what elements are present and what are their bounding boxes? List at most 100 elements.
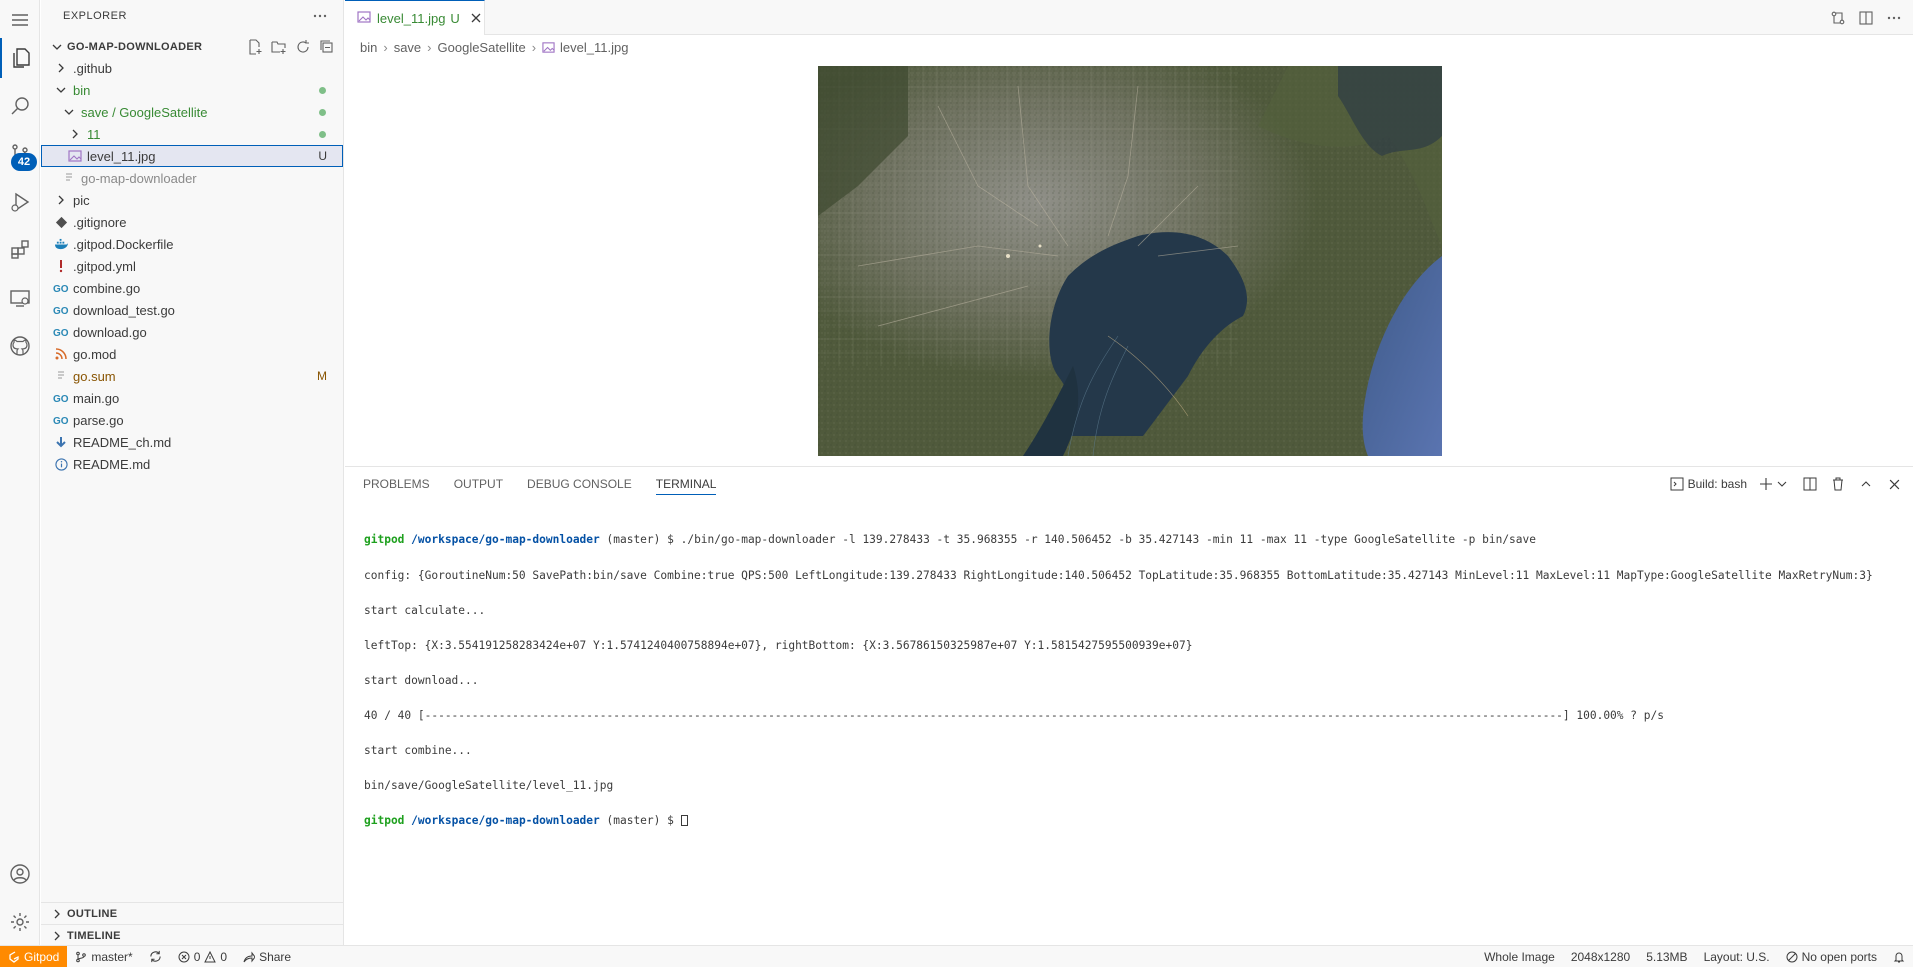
keyboard-layout-status[interactable]: Layout: U.S. — [1696, 950, 1778, 964]
tree-item[interactable]: go-map-downloader — [41, 167, 343, 189]
branch-status[interactable]: master* — [67, 950, 140, 964]
info-icon — [53, 456, 69, 472]
image-file-icon — [67, 148, 83, 164]
timeline-label: TIMELINE — [67, 929, 121, 942]
tree-item[interactable]: go.mod — [41, 343, 343, 365]
prompt-branch: (master) $ — [599, 814, 681, 828]
notifications-bell-icon[interactable] — [1885, 951, 1913, 963]
tree-item[interactable]: level_11.jpg U — [41, 145, 343, 167]
problems-status[interactable]: 0 0 — [170, 950, 235, 964]
split-editor-icon[interactable] — [1855, 7, 1877, 29]
tree-item-label: go-map-downloader — [81, 170, 197, 186]
breadcrumb-item-googlesatellite[interactable]: GoogleSatellite — [438, 40, 526, 55]
tree-item[interactable]: .github — [41, 57, 343, 79]
breadcrumb-item-bin[interactable]: bin — [360, 40, 377, 55]
tree-item-label: pic — [73, 192, 90, 208]
run-debug-icon[interactable] — [0, 182, 40, 222]
tree-item[interactable]: 11 — [41, 123, 343, 145]
terminal-name[interactable]: Build: bash — [1688, 477, 1747, 491]
tree-item-label: go.mod — [73, 346, 117, 362]
project-name: GO-MAP-DOWNLOADER — [67, 41, 203, 53]
sync-icon[interactable] — [141, 950, 170, 963]
chevron-right-icon — [53, 60, 69, 76]
go-icon: GO — [53, 412, 69, 428]
remote-explorer-icon[interactable] — [0, 278, 40, 318]
tree-item[interactable]: bin — [41, 79, 343, 101]
tree-item[interactable]: .gitpod.Dockerfile — [41, 233, 343, 255]
terminal-output[interactable]: gitpod /workspace/go-map-downloader (mas… — [364, 511, 1904, 850]
chevron-right-icon — [53, 192, 69, 208]
tree-item-label: .github — [73, 60, 113, 76]
project-section-header[interactable]: GO-MAP-DOWNLOADER — [41, 36, 343, 58]
maximize-panel-icon[interactable] — [1857, 475, 1875, 493]
git-icon — [53, 214, 69, 230]
terminal-line: start combine... — [364, 744, 472, 758]
menu-icon[interactable] — [0, 0, 40, 40]
chevron-down-icon — [53, 82, 69, 98]
more-actions-icon[interactable] — [309, 5, 331, 27]
svg-text:GO: GO — [53, 284, 69, 293]
tree-item[interactable]: GO download_test.go — [41, 299, 343, 321]
terminal-line: config: {GoroutineNum:50 SavePath:bin/sa… — [364, 568, 1873, 582]
open-changes-icon[interactable] — [1827, 7, 1849, 29]
prompt-user: gitpod — [364, 814, 405, 828]
close-icon[interactable] — [468, 10, 484, 26]
go-icon: GO — [53, 280, 69, 296]
tree-item[interactable]: README_ch.md — [41, 431, 343, 453]
image-preview[interactable] — [818, 66, 1442, 456]
file-tree: .github bin save / GoogleSatellite 11 level_… — [41, 57, 343, 475]
tab-debug-console[interactable]: DEBUG CONSOLE — [527, 477, 632, 495]
tab-output[interactable]: OUTPUT — [454, 477, 503, 495]
git-change-dot — [319, 87, 326, 94]
tree-item[interactable]: GO download.go — [41, 321, 343, 343]
tree-item-label: save / GoogleSatellite — [81, 104, 208, 120]
tree-item[interactable]: go.sum M — [41, 365, 343, 387]
git-branch-icon — [76, 951, 87, 962]
github-icon[interactable] — [0, 326, 40, 366]
tab-terminal[interactable]: TERMINAL — [655, 477, 717, 495]
extensions-icon[interactable] — [0, 230, 40, 270]
warning-count: 0 — [220, 949, 228, 964]
breadcrumb-item-save[interactable]: save — [394, 40, 421, 55]
ports-status[interactable]: No open ports — [1778, 950, 1885, 964]
editor-more-icon[interactable] — [1883, 7, 1905, 29]
timeline-section-header[interactable]: TIMELINE — [41, 924, 343, 946]
split-terminal-icon[interactable] — [1801, 475, 1819, 493]
tree-item-label: level_11.jpg — [87, 148, 156, 164]
image-kind-status[interactable]: Whole Image — [1476, 950, 1563, 964]
close-panel-icon[interactable] — [1885, 475, 1903, 493]
tree-item[interactable]: .gitignore — [41, 211, 343, 233]
yaml-icon — [53, 258, 69, 274]
branch-name: master* — [91, 949, 133, 964]
outline-section-header[interactable]: OUTLINE — [41, 902, 343, 924]
terminal-line: start download... — [364, 673, 479, 687]
tree-item[interactable]: save / GoogleSatellite — [41, 101, 343, 123]
tree-item[interactable]: .gitpod.yml — [41, 255, 343, 277]
tree-item-label: parse.go — [73, 412, 124, 428]
tab-level-11-jpg[interactable]: level_11.jpg U — [345, 0, 485, 35]
refresh-icon[interactable] — [293, 37, 313, 57]
tree-item[interactable]: GO main.go — [41, 387, 343, 409]
image-file-icon — [542, 41, 555, 54]
tree-item-label: download.go — [73, 324, 147, 340]
new-folder-icon[interactable] — [269, 37, 289, 57]
new-file-icon[interactable] — [245, 37, 265, 57]
collapse-all-icon[interactable] — [317, 37, 337, 57]
gitpod-button[interactable]: Gitpod — [0, 945, 68, 967]
breadcrumb-item-level-11-jpg[interactable]: level_11.jpg — [560, 40, 628, 55]
tree-item[interactable]: GO parse.go — [41, 409, 343, 431]
tab-problems[interactable]: PROBLEMS — [363, 477, 430, 495]
tree-item[interactable]: pic — [41, 189, 343, 211]
tree-item[interactable]: README.md — [41, 453, 343, 475]
search-icon[interactable] — [0, 86, 40, 126]
explorer-icon[interactable] — [0, 38, 40, 78]
settings-gear-icon[interactable] — [0, 902, 40, 942]
chevron-down-icon[interactable] — [1773, 475, 1791, 493]
terminal-prompt-line: gitpod /workspace/go-map-downloader (mas… — [364, 815, 1904, 827]
account-icon[interactable] — [0, 854, 40, 894]
tree-item[interactable]: GO combine.go — [41, 277, 343, 299]
ports-icon — [1786, 951, 1798, 963]
share-button[interactable]: Share — [235, 950, 299, 964]
image-dimensions-status: 2048x1280 — [1570, 950, 1631, 964]
trash-icon[interactable] — [1829, 475, 1847, 493]
